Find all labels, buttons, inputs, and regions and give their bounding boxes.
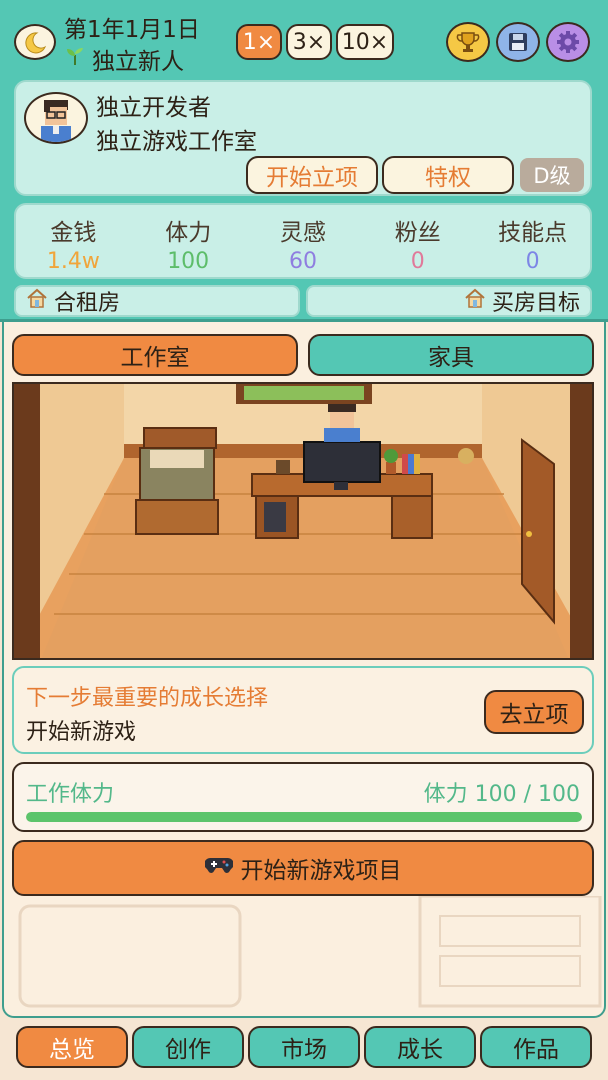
stage-title-text: 独立新人: [92, 49, 184, 75]
stamina-label: 工作体力: [26, 782, 115, 807]
privilege-button[interactable]: 特权: [382, 156, 514, 194]
trophy-icon[interactable]: [446, 22, 490, 62]
stat-value: 0: [410, 249, 425, 274]
stat-label: 粉丝: [394, 220, 441, 246]
start-project-button[interactable]: 开始立项: [246, 156, 378, 194]
stage-title: 独立新人: [64, 42, 184, 76]
stat-value: 60: [288, 249, 317, 274]
speed-1x-button[interactable]: 1×: [236, 24, 282, 60]
stat-stamina: 体力 100: [131, 205, 246, 277]
gear-icon[interactable]: [546, 22, 590, 62]
stat-label: 金钱: [50, 220, 97, 246]
studio-room-scene: [12, 382, 594, 660]
stat-label: 技能点: [498, 220, 568, 246]
start-new-game-label: 开始新游戏项目: [240, 858, 402, 884]
gamepad-icon: [203, 855, 234, 881]
nav-tab-growth[interactable]: 成长: [364, 1026, 476, 1068]
moon-icon: [14, 24, 56, 60]
next-step-title: 下一步最重要的成长选择: [26, 686, 269, 711]
speed-3x-button[interactable]: 3×: [286, 24, 332, 60]
nav-tab-overview[interactable]: 总览: [16, 1026, 128, 1068]
go-start-project-button[interactable]: 去立项: [484, 690, 584, 734]
speed-10x-button[interactable]: 10×: [336, 24, 394, 60]
stamina-card: 工作体力 体力 100 / 100: [12, 762, 594, 832]
avatar[interactable]: [24, 92, 88, 144]
background-furniture-sketch: [18, 896, 602, 1008]
stamina-value: 体力 100 / 100: [423, 782, 580, 807]
tab-studio[interactable]: 工作室: [12, 334, 298, 376]
nav-tab-create[interactable]: 创作: [132, 1026, 244, 1068]
housing-goal[interactable]: 买房目标: [306, 285, 592, 317]
tab-furniture[interactable]: 家具: [308, 334, 594, 376]
current-housing-label: 合租房: [54, 291, 121, 316]
stat-fans: 粉丝 0: [360, 205, 475, 277]
profile-name: 独立开发者: [96, 95, 211, 121]
game-date: 第1年1月1日: [64, 17, 200, 43]
stat-skill-points: 技能点 0: [475, 205, 590, 277]
grade-badge: D级: [520, 158, 584, 192]
current-housing[interactable]: 合租房: [14, 285, 300, 317]
start-new-game-button[interactable]: 开始新游戏项目: [12, 840, 594, 896]
nav-tab-works[interactable]: 作品: [480, 1026, 592, 1068]
stamina-bar-fill: [26, 812, 582, 822]
nav-tab-market[interactable]: 市场: [248, 1026, 360, 1068]
next-step-value: 开始新游戏: [26, 720, 137, 745]
stat-value: 1.4w: [46, 249, 100, 274]
bottom-nav: 总览 创作 市场 成长 作品: [0, 1018, 608, 1080]
stat-money: 金钱 1.4w: [16, 205, 131, 277]
house-icon: [26, 288, 48, 314]
stat-label: 体力: [165, 220, 212, 246]
sprout-icon: [64, 45, 86, 73]
profile-studio: 独立游戏工作室: [96, 129, 257, 155]
stat-value: 100: [167, 249, 210, 274]
housing-goal-label: 买房目标: [491, 291, 580, 316]
stamina-bar: [26, 812, 582, 822]
stat-label: 灵感: [279, 220, 326, 246]
stats-panel: 金钱 1.4w 体力 100 灵感 60 粉丝 0 技能点 0: [14, 203, 592, 279]
profile-card: 独立开发者 独立游戏工作室 开始立项 特权 D级: [14, 80, 592, 196]
save-icon[interactable]: [496, 22, 540, 62]
top-header: 第1年1月1日 独立新人 1× 3× 10× 独立开发者 独立游戏工作室 开始立…: [0, 0, 608, 322]
house-icon: [464, 288, 486, 314]
next-step-card: 下一步最重要的成长选择 开始新游戏 去立项: [12, 666, 594, 754]
stat-inspiration: 灵感 60: [246, 205, 361, 277]
stat-value: 0: [525, 249, 540, 274]
